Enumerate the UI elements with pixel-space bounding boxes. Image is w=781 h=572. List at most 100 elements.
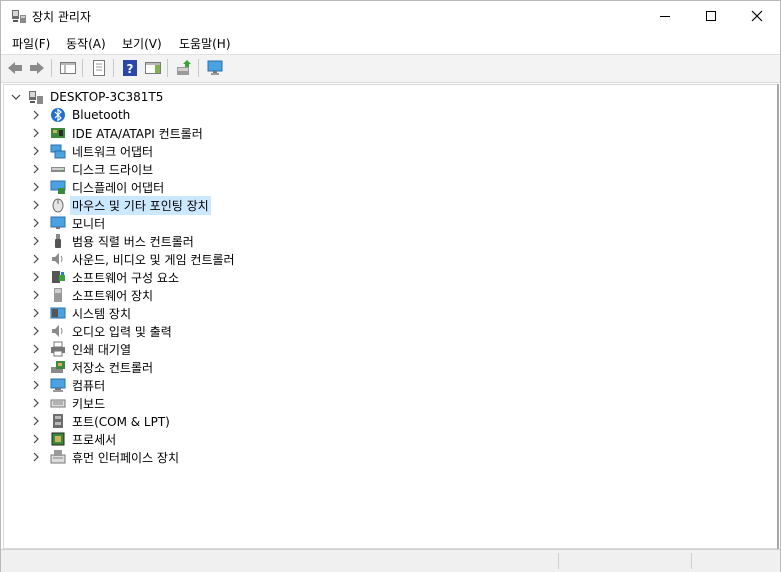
tree-item-label: 휴먼 인터페이스 장치: [72, 450, 179, 465]
minimize-button[interactable]: [642, 1, 688, 31]
menu-help[interactable]: 도움말(H): [177, 35, 233, 52]
chevron-right-icon[interactable]: [30, 217, 42, 229]
port-icon: [53, 414, 63, 428]
status-cell: [691, 553, 778, 569]
chevron-right-icon[interactable]: [30, 451, 42, 463]
disk-drive-icon: [51, 167, 65, 172]
close-button[interactable]: [734, 1, 780, 31]
tree-item[interactable]: 소프트웨어 구성 요소: [30, 268, 181, 286]
tree-item[interactable]: 키보드: [30, 394, 107, 412]
menu-bar: 파일(F) 동작(A) 보기(V) 도움말(H): [1, 31, 780, 54]
tree-item[interactable]: 범용 직렬 버스 컨트롤러: [30, 232, 196, 250]
properties-icon[interactable]: [90, 59, 108, 77]
chevron-right-icon[interactable]: [30, 109, 42, 121]
chevron-right-icon[interactable]: [30, 397, 42, 409]
chevron-right-icon[interactable]: [30, 289, 42, 301]
chevron-right-icon[interactable]: [30, 145, 42, 157]
help-icon[interactable]: ?: [121, 59, 139, 77]
tree-item[interactable]: 소프트웨어 장치: [30, 286, 155, 304]
toolbar-separator: [198, 59, 199, 77]
forward-arrow-icon[interactable]: [28, 59, 46, 77]
chevron-right-icon[interactable]: [30, 379, 42, 391]
tree-item-label: 키보드: [72, 396, 106, 411]
menu-view[interactable]: 보기(V): [120, 35, 164, 52]
update-driver-icon[interactable]: [175, 59, 193, 77]
window-title: 장치 관리자: [32, 10, 92, 24]
tree-item-label: 소프트웨어 구성 요소: [72, 270, 179, 285]
hid-icon: [50, 450, 66, 464]
action-pane-icon[interactable]: [144, 59, 162, 77]
tree-item[interactable]: 프로세서: [30, 430, 118, 448]
usb-icon: [55, 234, 61, 248]
tree-item[interactable]: 오디오 입력 및 출력: [30, 322, 174, 340]
toolbar: ?: [1, 54, 780, 83]
tree-item-label: 디스플레이 어댑터: [72, 180, 165, 195]
close-icon: [751, 10, 763, 22]
tree-item[interactable]: 휴먼 인터페이스 장치: [30, 448, 181, 466]
menu-file[interactable]: 파일(F): [10, 35, 52, 52]
chevron-right-icon[interactable]: [30, 325, 42, 337]
monitor-icon: [50, 216, 66, 229]
tree-root[interactable]: DESKTOP-3C381T5: [10, 88, 165, 106]
chevron-right-icon[interactable]: [30, 271, 42, 283]
toolbar-separator: [82, 59, 83, 77]
tree-item[interactable]: IDE ATA/ATAPI 컨트롤러: [30, 124, 205, 142]
tree-item-label: 모니터: [72, 216, 106, 231]
mouse-icon: [52, 198, 64, 213]
chevron-right-icon[interactable]: [30, 163, 42, 175]
tree-item[interactable]: 디스플레이 어댑터: [30, 178, 166, 196]
tree-item[interactable]: 모니터: [30, 214, 107, 232]
device-tree[interactable]: DESKTOP-3C381T5 Bluetooth IDE ATA/ATAPI 컨…: [3, 84, 779, 549]
tree-item-label: 컴퓨터: [72, 378, 106, 393]
tree-item-label: 인쇄 대기열: [72, 342, 132, 357]
device-manager-app-icon: [12, 10, 26, 23]
tree-item[interactable]: Bluetooth: [30, 106, 132, 124]
tree-item[interactable]: 컴퓨터: [30, 376, 107, 394]
toolbar-separator: [51, 59, 52, 77]
title-bar[interactable]: 장치 관리자: [1, 1, 780, 31]
tree-item[interactable]: 디스크 드라이브: [30, 160, 155, 178]
toolbar-separator: [113, 59, 114, 77]
chevron-right-icon[interactable]: [30, 235, 42, 247]
tree-item-label: Bluetooth: [72, 108, 131, 122]
printer-icon: [51, 341, 65, 357]
tree-item[interactable]: 저장소 컨트롤러: [30, 358, 155, 376]
chevron-down-icon[interactable]: [10, 91, 22, 103]
tree-item[interactable]: 네트워크 어댑터: [30, 142, 155, 160]
chevron-right-icon[interactable]: [30, 199, 42, 211]
chevron-right-icon[interactable]: [30, 181, 42, 193]
tree-item[interactable]: 마우스 및 기타 포인팅 장치: [30, 195, 211, 215]
status-cell: [558, 553, 689, 569]
chevron-right-icon[interactable]: [30, 343, 42, 355]
tree-item[interactable]: 인쇄 대기열: [30, 340, 133, 358]
menu-action[interactable]: 동작(A): [64, 35, 108, 52]
tree-item-label: 포트(COM & LPT): [72, 414, 170, 429]
tree-item-label: 오디오 입력 및 출력: [72, 324, 172, 339]
chevron-right-icon[interactable]: [30, 127, 42, 139]
tree-item-label: 네트워크 어댑터: [72, 144, 154, 159]
display-adapter-icon: [50, 180, 66, 194]
device-manager-window: 장치 관리자 파일(F) 동작(A) 보기(V) 도움말(H) ? DESKTO…: [0, 0, 781, 572]
root-computer-name: DESKTOP-3C381T5: [50, 90, 164, 104]
back-arrow-icon[interactable]: [6, 59, 24, 77]
tree-item-label: 소프트웨어 장치: [72, 288, 154, 303]
minimize-icon: [660, 16, 670, 17]
chevron-right-icon[interactable]: [30, 433, 42, 445]
tree-item-label: 디스크 드라이브: [72, 162, 154, 177]
tree-item-label: 마우스 및 기타 포인팅 장치: [70, 195, 211, 215]
maximize-button[interactable]: [688, 1, 734, 31]
scan-hardware-changes-icon[interactable]: [206, 59, 224, 77]
tree-item[interactable]: 포트(COM & LPT): [30, 412, 172, 430]
chevron-right-icon[interactable]: [30, 253, 42, 265]
show-hide-console-tree-icon[interactable]: [59, 59, 77, 77]
tree-item[interactable]: 시스템 장치: [30, 304, 133, 322]
keyboard-icon: [50, 399, 66, 408]
maximize-icon: [706, 11, 716, 21]
system-device-icon: [50, 307, 66, 319]
chevron-right-icon[interactable]: [30, 307, 42, 319]
chevron-right-icon[interactable]: [30, 415, 42, 427]
audio-icon: [52, 325, 63, 337]
chevron-right-icon[interactable]: [30, 361, 42, 373]
bluetooth-icon: [51, 108, 65, 122]
tree-item[interactable]: 사운드, 비디오 및 게임 컨트롤러: [30, 250, 237, 268]
